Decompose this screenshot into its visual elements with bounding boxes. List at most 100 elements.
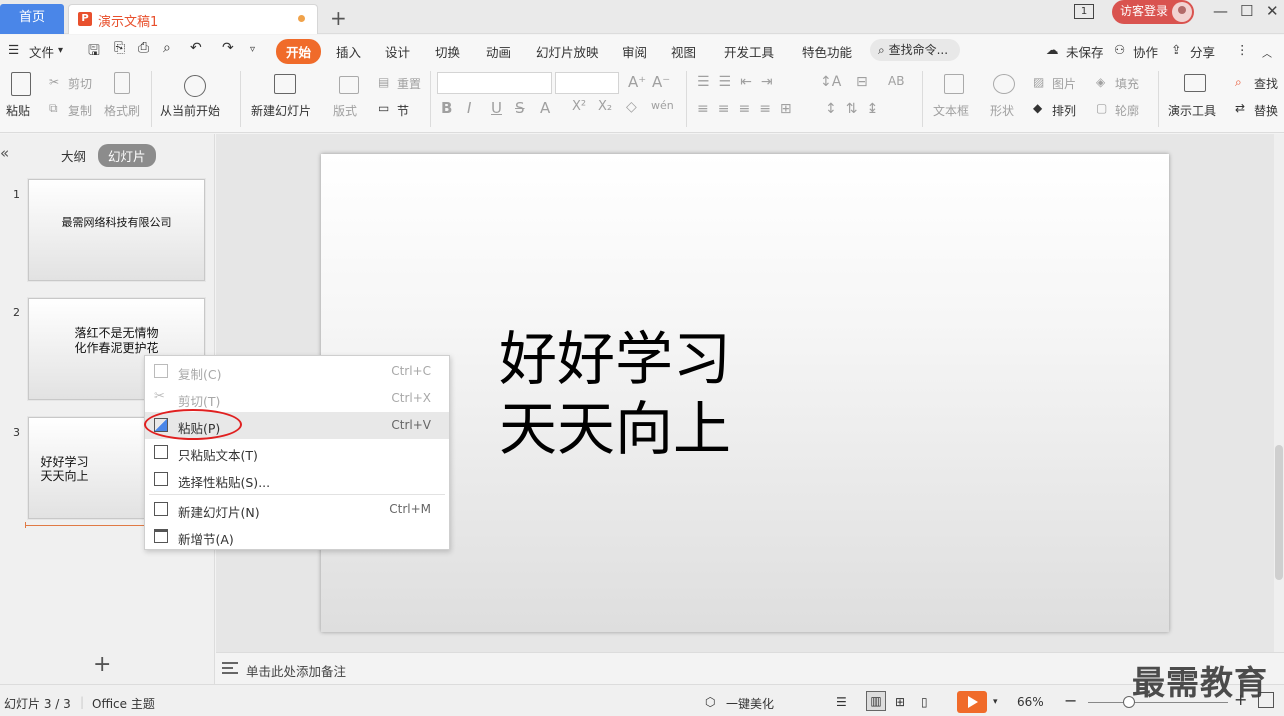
- zoom-out-button[interactable]: −: [1064, 691, 1077, 710]
- sorter-view-icon[interactable]: ⊞: [895, 695, 905, 709]
- scrollbar-thumb[interactable]: [1275, 445, 1283, 580]
- play-slideshow-button[interactable]: [957, 691, 987, 713]
- underline-icon[interactable]: U: [491, 99, 502, 117]
- list-icons[interactable]: ☰☰⇤⇥: [697, 74, 782, 90]
- format-painter-button[interactable]: 格式刷: [104, 102, 140, 119]
- redo-icon[interactable]: ↷: [222, 40, 234, 56]
- find-button[interactable]: 查找: [1254, 75, 1278, 92]
- minimize-button[interactable]: —: [1213, 2, 1228, 20]
- document-tab[interactable]: P 演示文稿1: [68, 4, 318, 34]
- unsaved-status[interactable]: 未保存: [1066, 42, 1104, 61]
- tab-transition[interactable]: 切换: [435, 42, 460, 61]
- export-icon[interactable]: ⎘: [114, 40, 125, 56]
- new-slide-button[interactable]: 新建幻灯片: [251, 102, 311, 119]
- italic-icon[interactable]: I: [467, 99, 471, 117]
- picture-button[interactable]: 图片: [1052, 75, 1076, 92]
- customize-chevron-icon[interactable]: ▿: [250, 44, 255, 55]
- play-from-current-icon[interactable]: [184, 75, 206, 97]
- align-text-icon[interactable]: ⊟: [856, 74, 868, 90]
- cut-button[interactable]: 剪切: [68, 75, 92, 92]
- new-tab-button[interactable]: +: [330, 6, 347, 30]
- fill-button[interactable]: 填充: [1115, 75, 1139, 92]
- maximize-button[interactable]: ☐: [1240, 2, 1253, 20]
- chevron-down-icon[interactable]: ▾: [993, 697, 998, 707]
- tab-slides[interactable]: 幻灯片: [98, 144, 156, 167]
- slide-thumbnail-1[interactable]: 最需网络科技有限公司: [28, 179, 205, 281]
- command-search[interactable]: ⌕ 查找命令...: [870, 39, 960, 61]
- save-icon[interactable]: 🖫: [88, 40, 100, 64]
- share-button[interactable]: 分享: [1190, 42, 1215, 61]
- beautify-button[interactable]: 一键美化: [726, 695, 774, 712]
- align-icons[interactable]: ≡≡≡≡⊞: [697, 101, 801, 117]
- present-tools-icon[interactable]: [1184, 74, 1206, 92]
- menu-item-cut[interactable]: ✂ 剪切(T) Ctrl+X: [145, 385, 449, 412]
- slide-text-box[interactable]: 好好学习 天天向上: [499, 324, 731, 464]
- normal-view-icon[interactable]: ▥: [866, 691, 886, 711]
- font-size-select[interactable]: [555, 72, 619, 94]
- tab-design[interactable]: 设计: [385, 42, 410, 61]
- notes-placeholder[interactable]: 单击此处添加备注: [246, 661, 346, 680]
- theme-name[interactable]: Office 主题: [92, 695, 155, 712]
- collapse-panel-icon[interactable]: «: [0, 144, 9, 162]
- tab-developer[interactable]: 开发工具: [724, 42, 774, 61]
- section-button[interactable]: 节: [397, 102, 409, 119]
- chevron-down-icon[interactable]: ▾: [58, 45, 63, 56]
- print-icon[interactable]: ⎙: [138, 40, 149, 56]
- notes-toggle-icon[interactable]: ☰: [836, 695, 847, 709]
- close-button[interactable]: ✕: [1266, 2, 1279, 20]
- menu-item-paste-text[interactable]: 只粘贴文本(T): [145, 439, 449, 466]
- print-preview-icon[interactable]: ⌕: [163, 40, 171, 56]
- outline-button[interactable]: 轮廓: [1115, 102, 1139, 119]
- tab-start[interactable]: 开始: [276, 39, 322, 64]
- eraser-icon[interactable]: ◇: [626, 99, 637, 115]
- menu-item-copy[interactable]: 复制(C) Ctrl+C: [145, 358, 449, 385]
- tab-view[interactable]: 视图: [671, 42, 696, 61]
- from-current-button[interactable]: 从当前开始: [160, 102, 220, 119]
- menu-item-paste-special[interactable]: 选择性粘贴(S)...: [145, 466, 449, 493]
- guest-login-button[interactable]: 访客登录: [1112, 0, 1194, 24]
- tab-animation[interactable]: 动画: [486, 42, 511, 61]
- reset-button[interactable]: 重置: [397, 75, 421, 92]
- arrange-button[interactable]: 排列: [1052, 102, 1076, 119]
- copy-button[interactable]: 复制: [68, 102, 92, 119]
- decrease-font-icon[interactable]: A⁻: [652, 73, 670, 91]
- shape-button[interactable]: 形状: [990, 102, 1014, 119]
- tab-insert[interactable]: 插入: [336, 42, 361, 61]
- menu-item-new-section[interactable]: 新增节(A): [145, 523, 449, 550]
- subscript-icon[interactable]: X₂: [598, 99, 612, 114]
- tab-outline[interactable]: 大纲: [61, 146, 86, 165]
- bold-icon[interactable]: B: [441, 99, 452, 117]
- present-tools-button[interactable]: 演示工具: [1168, 102, 1216, 119]
- zoom-level[interactable]: 66%: [1017, 695, 1044, 709]
- paste-icon[interactable]: [11, 72, 31, 96]
- collaborate-button[interactable]: 协作: [1133, 42, 1158, 61]
- undo-icon[interactable]: ↶: [190, 40, 202, 56]
- font-name-select[interactable]: [437, 72, 552, 94]
- layout-button[interactable]: 版式: [333, 102, 357, 119]
- menu-item-new-slide[interactable]: 新建幻灯片(N) Ctrl+M: [145, 496, 449, 523]
- tab-review[interactable]: 审阅: [622, 42, 647, 61]
- collapse-ribbon-icon[interactable]: ︿: [1262, 45, 1272, 60]
- notes-bar[interactable]: 单击此处添加备注: [216, 652, 1284, 684]
- increase-font-icon[interactable]: A⁺: [628, 73, 646, 91]
- font-color-icon[interactable]: A: [540, 99, 550, 117]
- text-direction-icon[interactable]: ↕A: [820, 74, 841, 90]
- new-slide-icon[interactable]: [274, 74, 296, 94]
- replace-button[interactable]: 替换: [1254, 102, 1278, 119]
- file-menu[interactable]: 文件: [29, 42, 54, 61]
- menu-icon[interactable]: ☰: [8, 42, 19, 57]
- home-tab[interactable]: 首页: [0, 4, 64, 34]
- spacing-icons[interactable]: ↕⇅↨: [825, 101, 887, 117]
- tab-slideshow[interactable]: 幻灯片放映: [536, 42, 599, 61]
- smart-art-icon[interactable]: AB: [888, 74, 904, 88]
- tab-features[interactable]: 特色功能: [802, 42, 852, 61]
- add-slide-button[interactable]: +: [93, 652, 111, 677]
- phonetic-icon[interactable]: wén: [651, 99, 674, 112]
- strikethrough-icon[interactable]: S: [515, 99, 525, 117]
- text-box-button[interactable]: 文本框: [933, 102, 969, 119]
- paste-button[interactable]: 粘贴: [6, 102, 30, 119]
- reading-view-icon[interactable]: ▯: [921, 695, 928, 709]
- more-icon[interactable]: ⋮: [1236, 42, 1249, 57]
- window-count-badge[interactable]: 1: [1074, 4, 1094, 19]
- superscript-icon[interactable]: X²: [572, 99, 586, 114]
